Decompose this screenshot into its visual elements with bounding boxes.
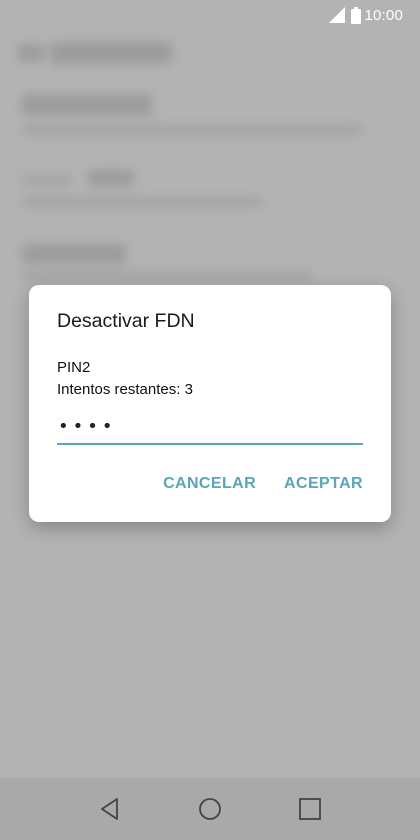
- recents-icon: [299, 798, 321, 820]
- battery-icon: [351, 6, 362, 24]
- remaining-attempts-text: Intentos restantes: 3: [57, 381, 193, 398]
- accept-button[interactable]: ACEPTAR: [284, 475, 363, 493]
- signal-icon: [329, 7, 346, 23]
- pin2-input[interactable]: [57, 409, 363, 443]
- pin2-label: PIN2: [57, 359, 91, 376]
- phone-screen: 10:00 Desactivar FDN PIN2 Intentos resta…: [0, 0, 420, 840]
- status-time: 10:00: [364, 6, 403, 24]
- navigation-bar: [0, 778, 420, 840]
- back-button[interactable]: [90, 789, 130, 829]
- pin2-input-underline: [57, 443, 363, 445]
- cancel-button[interactable]: CANCELAR: [163, 475, 256, 493]
- disable-fdn-dialog: Desactivar FDN PIN2 Intentos restantes: …: [29, 285, 391, 522]
- status-bar: 10:00: [0, 0, 420, 30]
- home-button[interactable]: [190, 789, 230, 829]
- dialog-title: Desactivar FDN: [57, 310, 195, 332]
- pin2-input-container: [57, 409, 363, 445]
- back-icon: [101, 798, 118, 820]
- home-icon: [199, 798, 221, 820]
- recents-button[interactable]: [290, 789, 330, 829]
- dialog-actions: CANCELAR ACEPTAR: [163, 475, 363, 493]
